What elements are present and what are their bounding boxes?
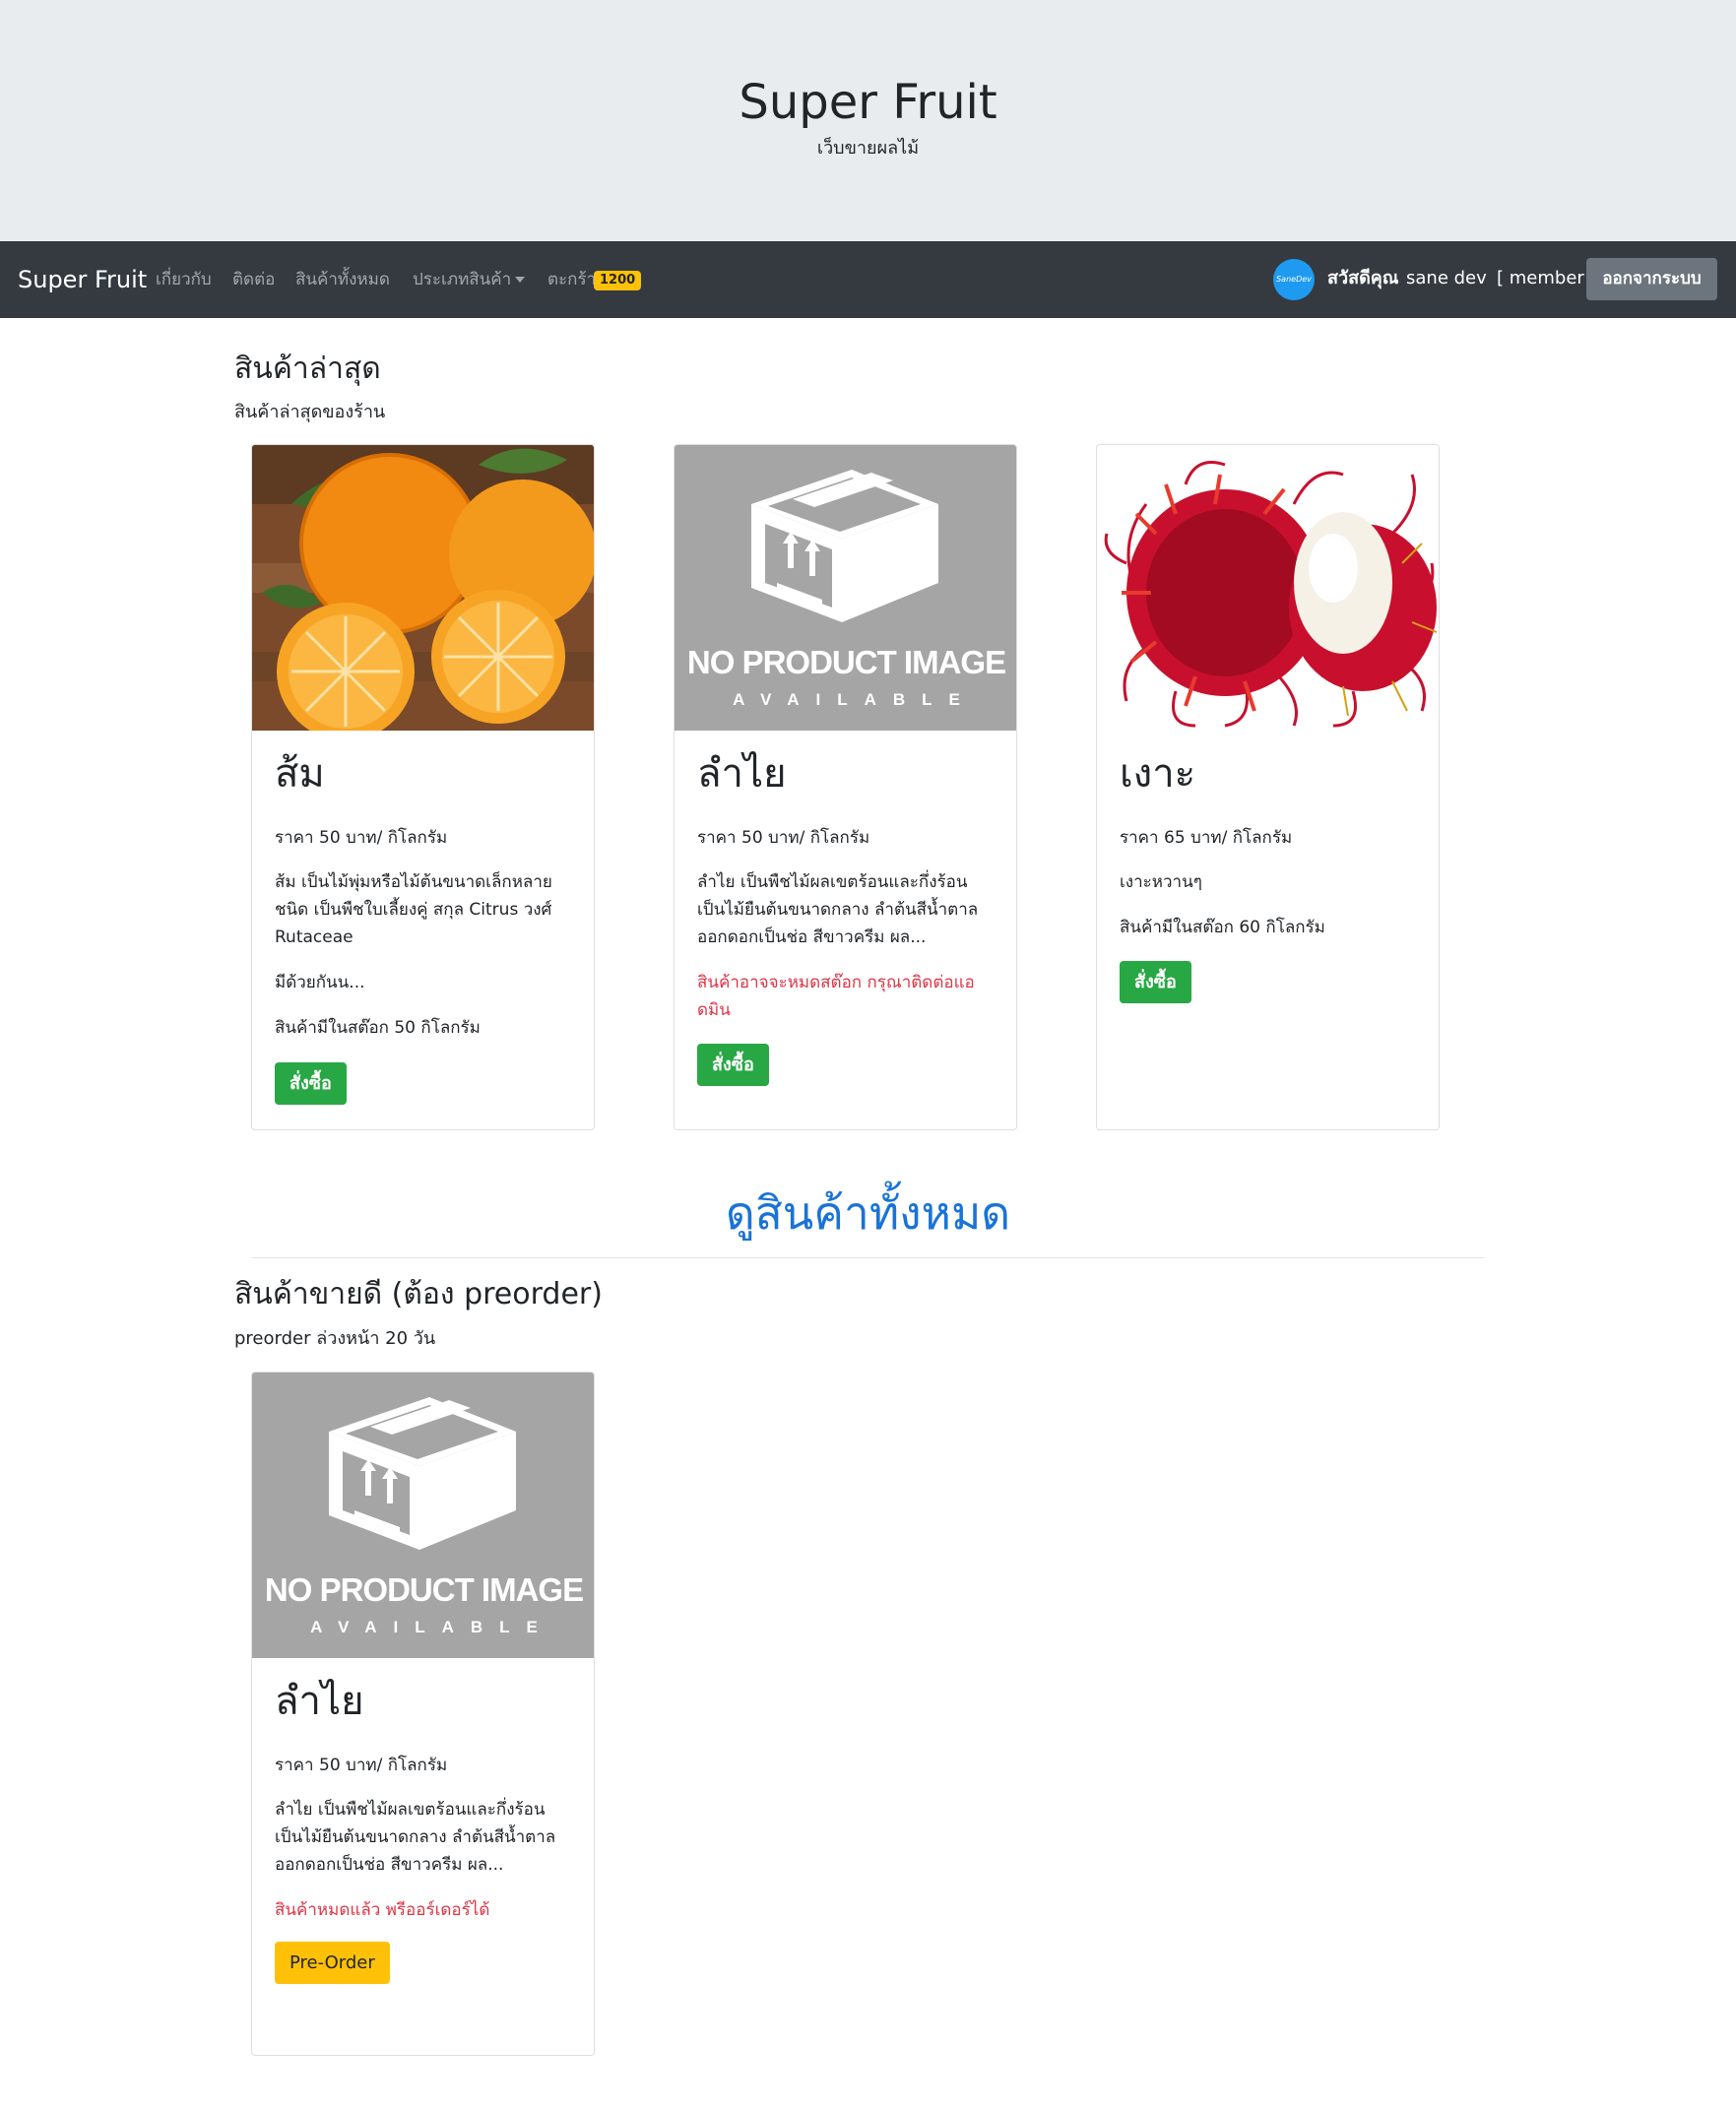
nav-cart[interactable]: ตะกร้า [547, 268, 596, 291]
product-card: NO PRODUCT IMAGE AVAILABLE ลำไย ราคา 50 … [674, 444, 1017, 1130]
out-of-stock-notice: สินค้าหมดแล้ว พรีออร์เดอร์ได้ [275, 1900, 490, 1920]
product-price: ราคา 50 บาท/ กิโลกรัม [697, 828, 870, 848]
nav-categories-label: ประเภทสินค้า [413, 270, 512, 289]
product-name: ลำไย [697, 751, 787, 797]
bestseller-section-subtitle: preorder ล่วงหน้า 20 วัน [234, 1328, 436, 1349]
latest-section-subtitle: สินค้าล่าสุดของร้าน [234, 402, 386, 422]
product-image-placeholder[interactable]: NO PRODUCT IMAGE AVAILABLE [675, 445, 1016, 731]
order-button[interactable]: สั่งซื้อ [1120, 961, 1191, 1003]
nav-all-products[interactable]: สินค้าทั้งหมด [295, 268, 390, 291]
product-stock: สินค้ามีในสต๊อก 60 กิโลกรัม [1120, 918, 1325, 937]
product-image-orange[interactable] [252, 445, 594, 731]
user-avatar[interactable]: SaneDev [1273, 259, 1315, 300]
product-price: ราคา 65 บาท/ กิโลกรัม [1120, 828, 1293, 848]
product-image-rambutan[interactable] [1097, 445, 1439, 731]
site-subtitle: เว็บขายผลไม้ [816, 138, 920, 159]
nav-about[interactable]: เกี่ยวกับ [156, 268, 212, 291]
navbar-brand[interactable]: Super Fruit [18, 265, 147, 294]
order-button[interactable]: สั่งซื้อ [697, 1044, 769, 1086]
product-description-more: มีด้วยกันน... [275, 973, 365, 992]
section-divider [251, 1257, 1485, 1258]
product-stock: สินค้ามีในสต๊อก 50 กิโลกรัม [275, 1018, 481, 1038]
navbar: Super Fruit เกี่ยวกับ ติดต่อ สินค้าทั้งห… [0, 241, 1736, 318]
no-image-subtext: AVAILABLE [310, 1618, 554, 1636]
greeting-label: สวัสดีคุณ [1327, 268, 1399, 288]
site-header: Super Fruit เว็บขายผลไม้ [0, 0, 1736, 241]
product-description: เงาะหวานๆ [1120, 872, 1202, 892]
order-button[interactable]: สั่งซื้อ [275, 1062, 347, 1105]
latest-section-title: สินค้าล่าสุด [234, 352, 381, 386]
product-price: ราคา 50 บาท/ กิโลกรัม [275, 1756, 448, 1775]
box-icon [751, 470, 938, 622]
no-image-text: NO PRODUCT IMAGE [264, 1571, 584, 1608]
user-role-label: [ member ] [1497, 268, 1597, 288]
product-name: ลำไย [275, 1679, 364, 1724]
nav-categories-dropdown[interactable]: ประเภทสินค้า [413, 268, 526, 291]
bestseller-section-title: สินค้าขายดี (ต้อง preorder) [234, 1277, 603, 1311]
product-card: เงาะ ราคา 65 บาท/ กิโลกรัม เงาะหวานๆ สิน… [1096, 444, 1440, 1130]
view-all-products-link[interactable]: ดูสินค้าทั้งหมด [0, 1183, 1736, 1243]
product-description: ลำไย เป็นพืชไม้ผลเขตร้อนและกึ่งร้อน เป็น… [697, 872, 979, 947]
product-image-placeholder[interactable]: NO PRODUCT IMAGE AVAILABLE [252, 1373, 594, 1658]
no-image-subtext: AVAILABLE [733, 690, 977, 709]
product-card: NO PRODUCT IMAGE AVAILABLE ลำไย ราคา 50 … [251, 1372, 595, 2056]
nav-contact[interactable]: ติดต่อ [232, 268, 275, 291]
cart-count-badge: 1200 [594, 271, 642, 290]
rambutan-photo-icon [1097, 445, 1439, 731]
product-price: ราคา 50 บาท/ กิโลกรัม [275, 828, 448, 848]
logout-button[interactable]: ออกจากระบบ [1586, 258, 1717, 300]
product-name: เงาะ [1120, 751, 1196, 797]
box-icon [329, 1397, 516, 1550]
no-image-text: NO PRODUCT IMAGE [686, 644, 1006, 680]
product-name: ส้ม [275, 751, 325, 797]
preorder-button[interactable]: Pre-Order [275, 1942, 390, 1984]
orange-photo-icon [252, 445, 594, 731]
site-title: Super Fruit [739, 75, 997, 130]
product-description: ลำไย เป็นพืชไม้ผลเขตร้อนและกึ่งร้อน เป็น… [275, 1800, 556, 1875]
product-card: ส้ม ราคา 50 บาท/ กิโลกรัม ส้ม เป็นไม้พุ่… [251, 444, 595, 1130]
username-label: sane dev [1406, 268, 1487, 288]
caret-down-icon [515, 277, 526, 283]
product-description: ส้ม เป็นไม้พุ่มหรือไม้ต้นขนาดเล็กหลายชนิ… [275, 872, 552, 947]
stock-warning: สินค้าอาจจะหมดสต๊อก กรุณาติดต่อแอดมิน [697, 973, 975, 1020]
